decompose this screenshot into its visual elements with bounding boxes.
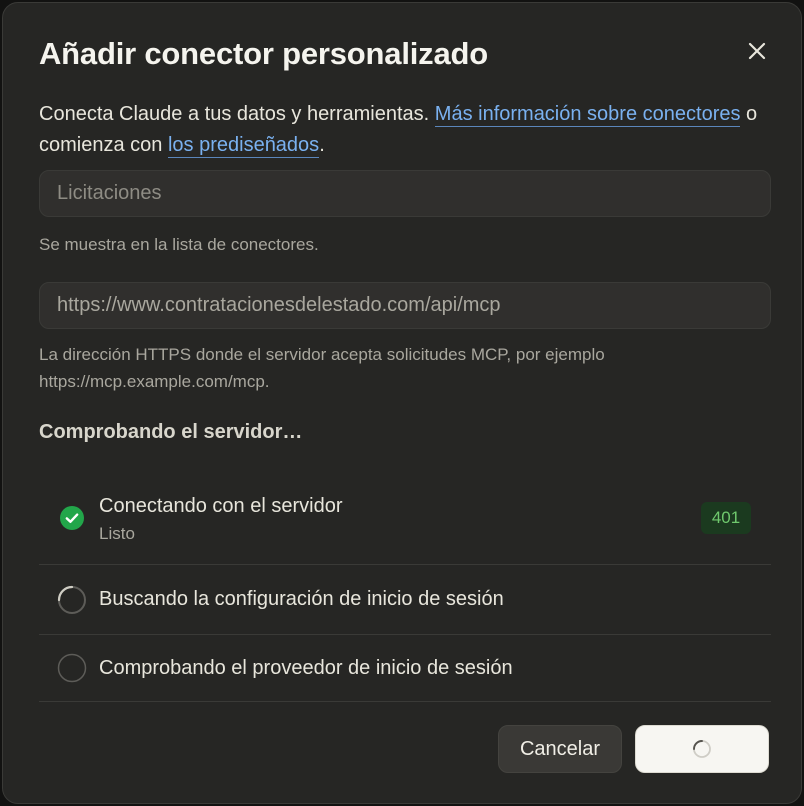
add-connector-button[interactable] [635,725,769,773]
connector-name-hint: Se muestra en la lista de conectores. [39,235,319,254]
check-item-label: Comprobando el proveedor de inicio de se… [99,657,513,679]
spinner-icon [57,585,86,614]
custom-connector-dialog: Añadir conector personalizado Conecta Cl… [2,2,802,804]
check-item-label: Conectando con el servidor [99,495,343,517]
cancel-button[interactable]: Cancelar [498,725,622,773]
intro-text-start: Conecta Claude a tus datos y herramienta… [39,103,435,125]
close-button[interactable] [743,37,771,65]
connector-url-hint: La dirección HTTPS donde el servidor ace… [39,345,605,391]
close-icon [748,42,766,60]
more-info-link[interactable]: Más información sobre conectores [434,103,741,127]
empty-circle-icon [57,653,87,683]
intro-text-end: . [319,134,325,156]
check-item-login-provider: Comprobando el proveedor de inicio de se… [39,635,771,702]
dialog-title: Añadir conector personalizado [39,36,488,71]
check-item-label: Buscando la configuración de inicio de s… [99,588,504,610]
check-item-connect: Conectando con el servidor Listo 401 [39,481,771,565]
checks-heading: Comprobando el servidor… [39,421,303,443]
intro-text: Conecta Claude a tus datos y herramienta… [39,99,759,161]
check-item-status: Listo [99,524,135,543]
prebuilt-link[interactable]: los prediseñados [167,134,320,158]
connector-name-input[interactable] [39,170,771,217]
spinner-icon [693,740,711,758]
connector-url-input[interactable] [39,282,771,329]
check-item-login-config: Buscando la configuración de inicio de s… [39,565,771,635]
check-circle-icon [60,506,84,530]
status-code-badge: 401 [701,502,751,534]
